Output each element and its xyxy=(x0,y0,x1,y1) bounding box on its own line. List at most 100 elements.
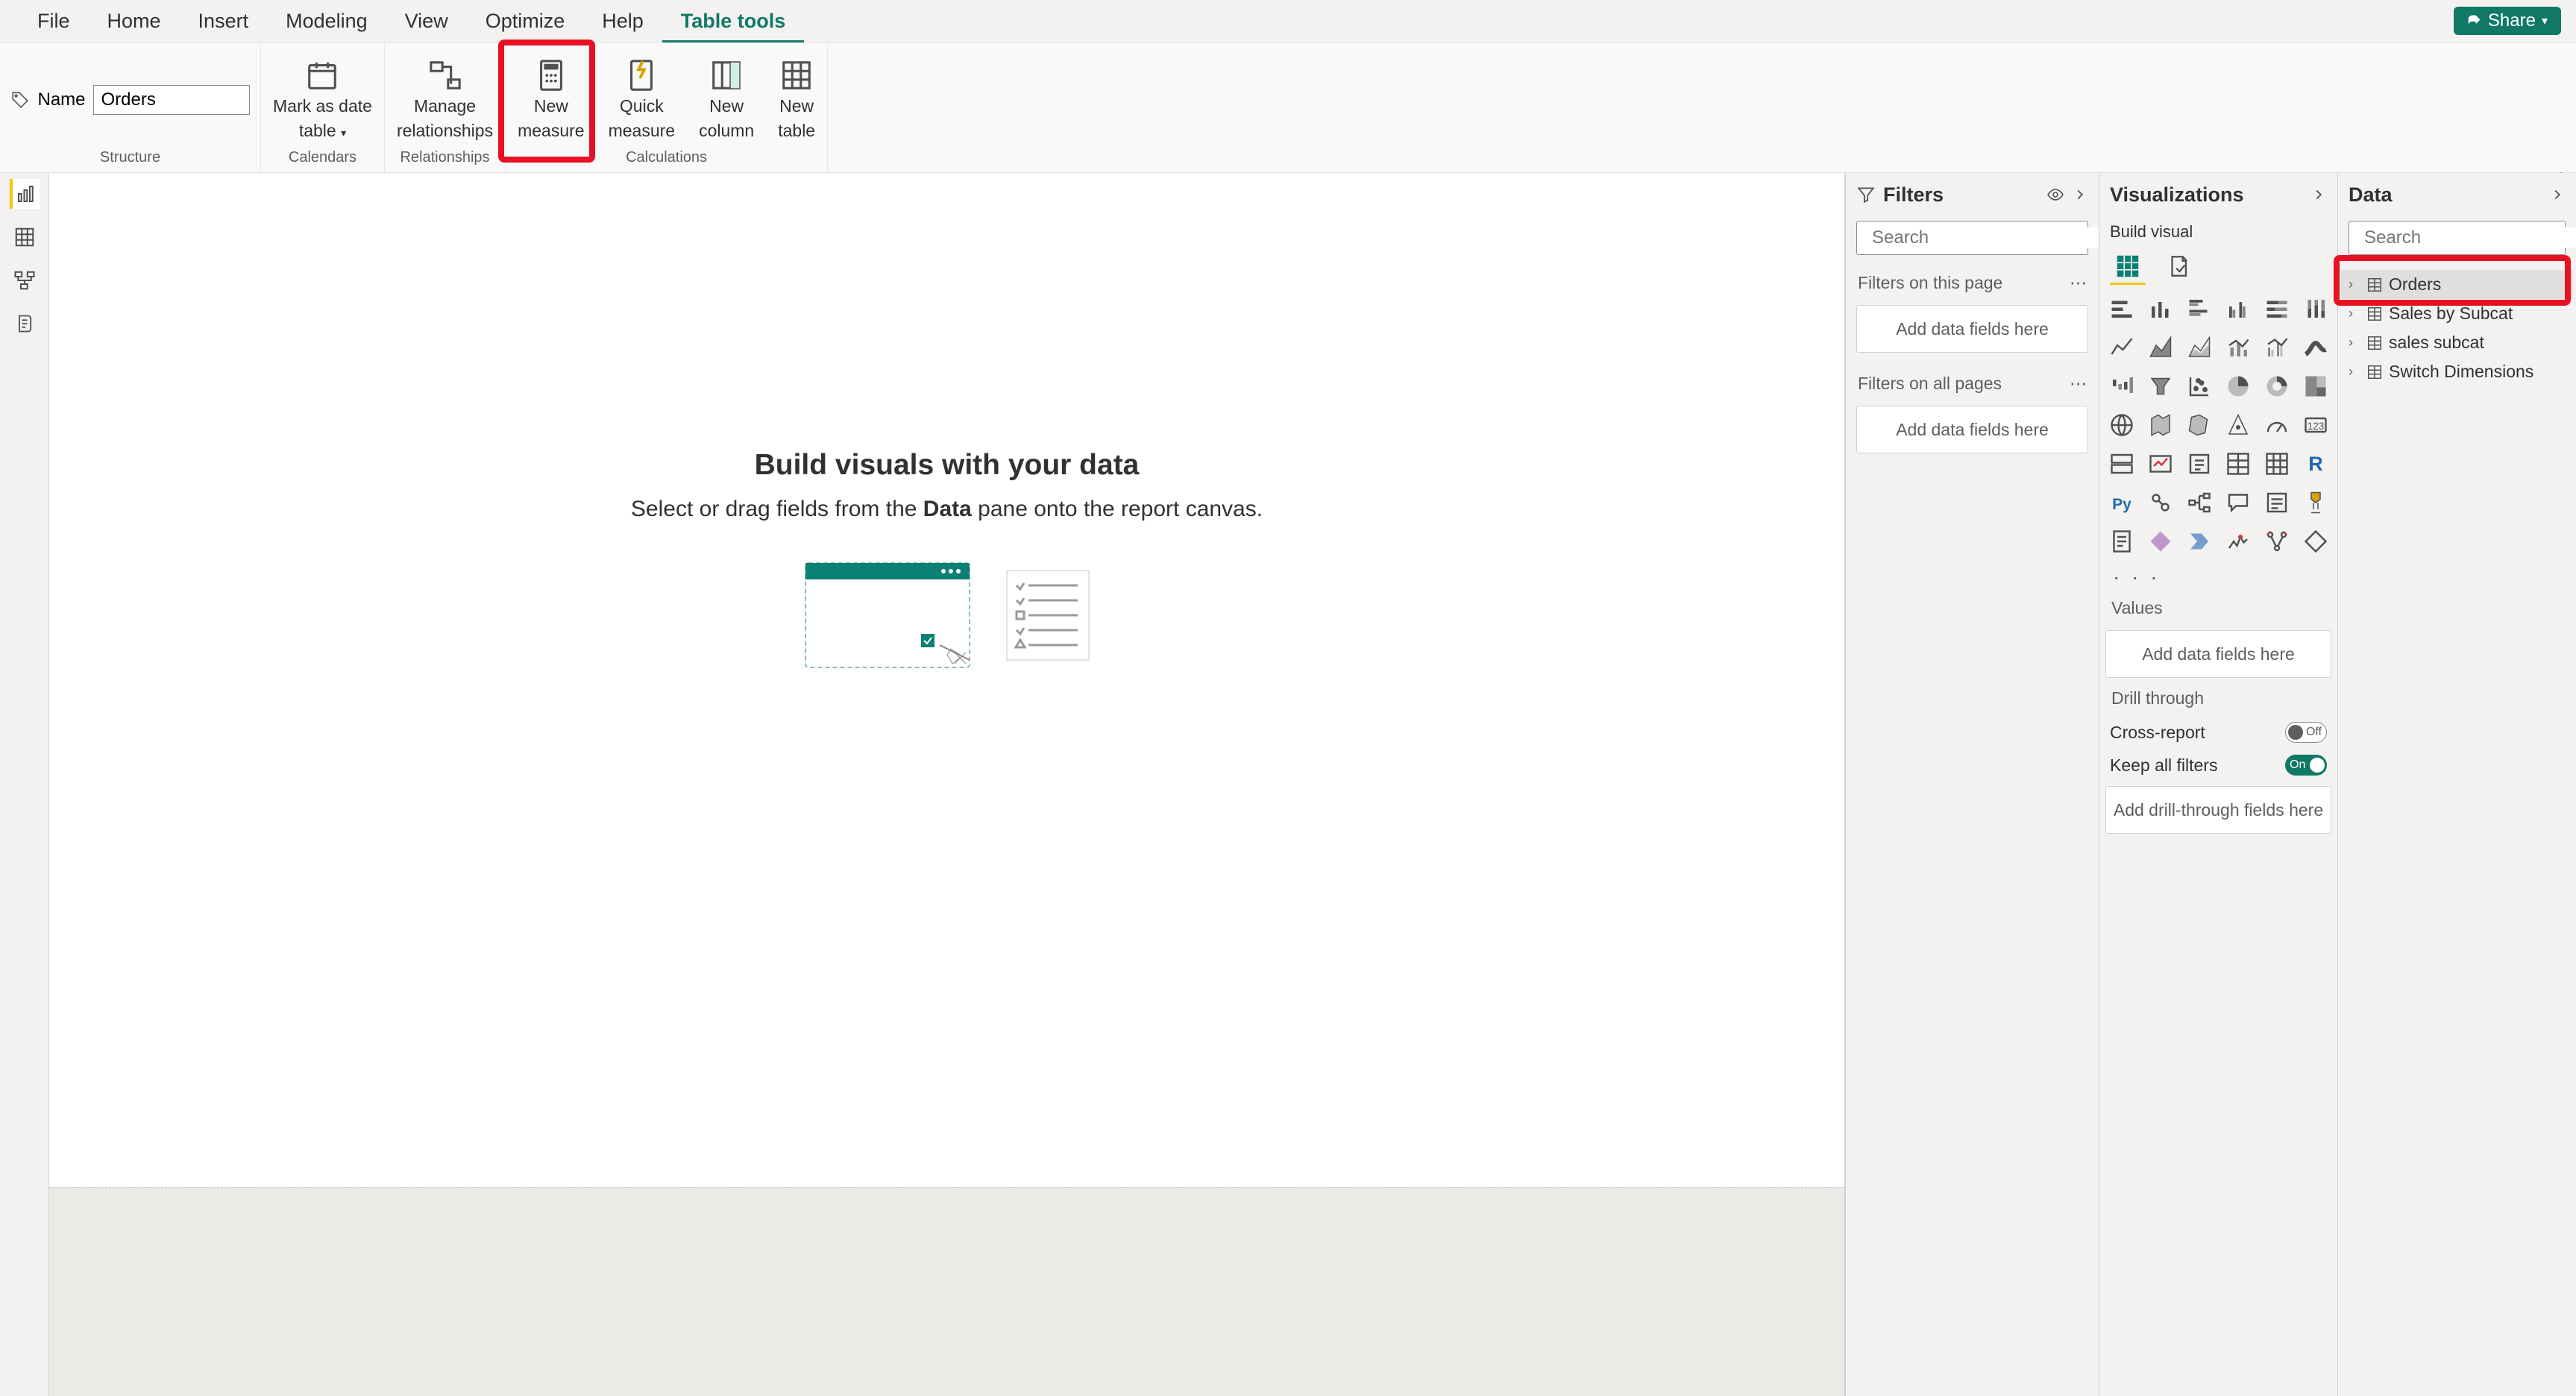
tab-insert[interactable]: Insert xyxy=(180,0,268,42)
table-label: Orders xyxy=(2389,274,2441,295)
table-icon xyxy=(2366,364,2383,380)
report-view-button[interactable] xyxy=(10,179,40,209)
viz-stacked-column[interactable] xyxy=(2144,292,2177,325)
viz-anomaly[interactable] xyxy=(2222,525,2255,558)
viz-smart-narrative[interactable] xyxy=(2261,486,2293,519)
collapse-filters-button[interactable] xyxy=(2072,186,2088,203)
drill-through-label: Drill through xyxy=(2111,688,2204,708)
build-visual-tab[interactable] xyxy=(2110,249,2146,285)
tab-modeling[interactable]: Modeling xyxy=(267,0,386,42)
viz-line-stacked-column[interactable] xyxy=(2222,331,2255,364)
filters-on-all-well[interactable]: Add data fields here xyxy=(1856,406,2088,453)
viz-100-stacked-bar[interactable] xyxy=(2261,292,2293,325)
data-search[interactable] xyxy=(2349,221,2566,255)
new-measure-button[interactable]: New measure xyxy=(513,55,588,145)
viz-matrix[interactable] xyxy=(2261,447,2293,480)
viz-azure-map[interactable] xyxy=(2222,409,2255,441)
visualizations-title: Visualizations xyxy=(2110,183,2244,207)
more-icon[interactable]: ⋯ xyxy=(2070,273,2087,293)
viz-shape-map[interactable] xyxy=(2183,409,2216,441)
viz-python[interactable]: Py xyxy=(2105,486,2138,519)
tab-home[interactable]: Home xyxy=(89,0,180,42)
filters-search[interactable] xyxy=(1856,221,2088,255)
share-button[interactable]: Share ▾ xyxy=(2454,7,2561,35)
page-tabs-strip[interactable] xyxy=(49,1187,1844,1396)
cross-report-label: Cross-report xyxy=(2110,723,2205,743)
new-table-button[interactable]: New table xyxy=(773,55,820,145)
tab-file[interactable]: File xyxy=(19,0,89,42)
model-view-button[interactable] xyxy=(10,265,40,295)
viz-paginated-report[interactable] xyxy=(2105,525,2138,558)
eye-icon[interactable] xyxy=(2046,186,2064,204)
viz-goals[interactable] xyxy=(2299,486,2332,519)
viz-power-apps[interactable] xyxy=(2144,525,2177,558)
dax-query-view-button[interactable] xyxy=(10,309,40,339)
collapse-data-button[interactable] xyxy=(2549,186,2566,203)
viz-decomposition-tree[interactable] xyxy=(2183,486,2216,519)
viz-100-stacked-column[interactable] xyxy=(2299,292,2332,325)
filters-search-input[interactable] xyxy=(1872,227,2103,248)
filters-title: Filters xyxy=(1883,183,1944,207)
viz-get-more[interactable] xyxy=(2299,525,2332,558)
viz-filled-map[interactable] xyxy=(2144,409,2177,441)
tab-optimize[interactable]: Optimize xyxy=(467,0,584,42)
ribbon-group-calendars: Mark as date table ▾ Calendars xyxy=(261,43,385,172)
data-view-button[interactable] xyxy=(10,222,40,252)
data-search-input[interactable] xyxy=(2364,227,2576,248)
format-visual-tab[interactable] xyxy=(2161,249,2196,285)
quick-measure-button[interactable]: Quick measure xyxy=(604,55,679,145)
viz-multirow-card[interactable] xyxy=(2105,447,2138,480)
viz-key-influencers[interactable] xyxy=(2144,486,2177,519)
viz-area[interactable] xyxy=(2144,331,2177,364)
viz-stacked-area[interactable] xyxy=(2183,331,2216,364)
viz-r[interactable]: R xyxy=(2299,447,2332,480)
viz-waterfall[interactable] xyxy=(2105,370,2138,403)
viz-qna[interactable] xyxy=(2222,486,2255,519)
drill-through-well[interactable]: Add drill-through fields here xyxy=(2105,786,2331,834)
viz-gauge[interactable] xyxy=(2261,409,2293,441)
viz-ribbon[interactable] xyxy=(2299,331,2332,364)
viz-treemap[interactable] xyxy=(2299,370,2332,403)
table-sales-by-subcat[interactable]: › Sales by Subcat xyxy=(2341,299,2573,328)
values-well[interactable]: Add data fields here xyxy=(2105,630,2331,678)
data-title: Data xyxy=(2349,183,2393,207)
viz-slicer[interactable] xyxy=(2183,447,2216,480)
group-label-calculations: Calculations xyxy=(626,149,707,169)
viz-stacked-bar[interactable] xyxy=(2105,292,2138,325)
viz-line-clustered-column[interactable] xyxy=(2261,331,2293,364)
collapse-visualizations-button[interactable] xyxy=(2310,186,2327,203)
new-column-button[interactable]: New column xyxy=(694,55,758,145)
viz-kpi[interactable] xyxy=(2144,447,2177,480)
tab-view[interactable]: View xyxy=(386,0,467,42)
more-visuals-button[interactable]: · · · xyxy=(2099,565,2337,595)
cross-report-toggle[interactable]: Off xyxy=(2285,722,2327,743)
viz-scatter[interactable] xyxy=(2183,370,2216,403)
table-switch-dimensions[interactable]: › Switch Dimensions xyxy=(2341,357,2573,386)
more-icon[interactable]: ⋯ xyxy=(2070,374,2087,394)
viz-table[interactable] xyxy=(2222,447,2255,480)
viz-clustered-bar[interactable] xyxy=(2183,292,2216,325)
viz-map[interactable] xyxy=(2105,409,2138,441)
tab-table-tools[interactable]: Table tools xyxy=(662,1,805,43)
table-orders[interactable]: › Orders xyxy=(2341,270,2573,299)
workspace: Build visuals with your data Select or d… xyxy=(0,173,2576,1396)
viz-clustered-column[interactable] xyxy=(2222,292,2255,325)
share-icon xyxy=(2467,13,2482,28)
keep-filters-toggle[interactable]: On xyxy=(2285,755,2327,776)
viz-power-automate[interactable] xyxy=(2183,525,2216,558)
canvas-title: Build visuals with your data xyxy=(631,449,1263,482)
tab-help[interactable]: Help xyxy=(583,0,662,42)
report-canvas[interactable]: Build visuals with your data Select or d… xyxy=(49,173,1845,1396)
manage-relationships-button[interactable]: Manage relationships xyxy=(392,55,497,145)
viz-pie[interactable] xyxy=(2222,370,2255,403)
viz-funnel[interactable] xyxy=(2144,370,2177,403)
filters-on-page-well[interactable]: Add data fields here xyxy=(1856,305,2088,353)
build-visual-label: Build visual xyxy=(2099,216,2337,246)
table-sales-subcat[interactable]: › sales subcat xyxy=(2341,328,2573,357)
table-name-input[interactable] xyxy=(93,85,250,115)
viz-sparkline[interactable] xyxy=(2261,525,2293,558)
mark-as-date-table-button[interactable]: Mark as date table ▾ xyxy=(268,55,377,145)
viz-card[interactable]: 123 xyxy=(2299,409,2332,441)
viz-line[interactable] xyxy=(2105,331,2138,364)
viz-donut[interactable] xyxy=(2261,370,2293,403)
